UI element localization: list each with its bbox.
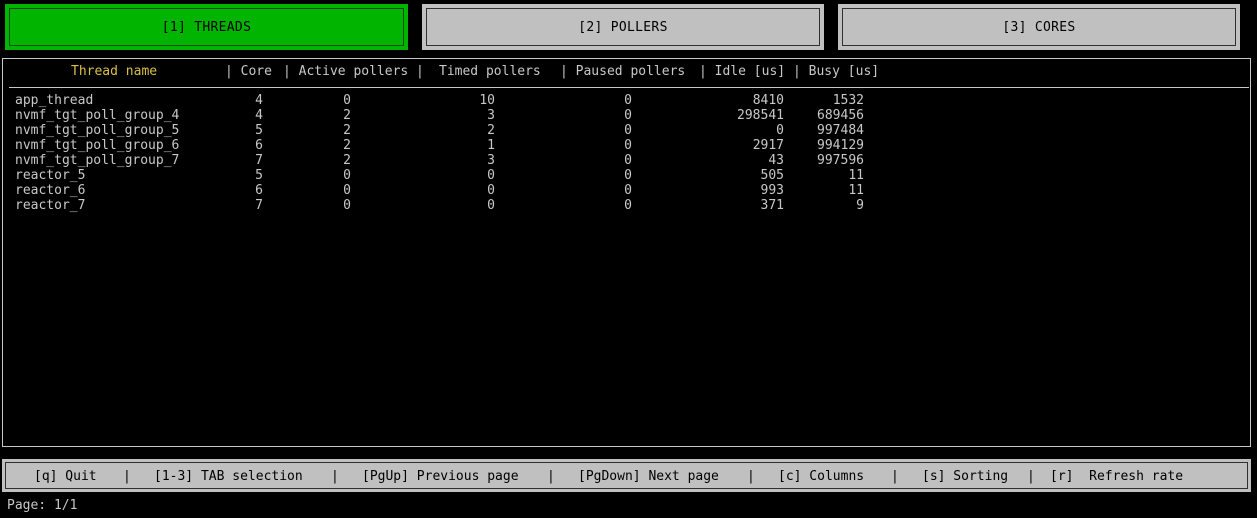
cell-active-pollers: 2 xyxy=(343,108,351,123)
cell-thread-name: reactor_7 xyxy=(15,198,86,213)
cell-paused-pollers: 0 xyxy=(624,153,632,168)
table-row[interactable]: reactor_5 5 0 0 0 505 11 xyxy=(3,168,1243,183)
help-separator: | xyxy=(547,469,555,484)
help-next-page: [PgDown] Next page xyxy=(578,469,719,484)
cell-thread-name: nvmf_tgt_poll_group_7 xyxy=(15,153,180,168)
cell-paused-pollers: 0 xyxy=(624,108,632,123)
cell-idle: 371 xyxy=(760,198,784,213)
cell-timed-pollers: 3 xyxy=(487,153,495,168)
tab-cores[interactable]: [3] CORES xyxy=(838,4,1240,50)
cell-paused-pollers: 0 xyxy=(624,123,632,138)
col-header-paused-pollers[interactable]: | Paused pollers xyxy=(560,64,685,79)
help-refresh-rate: [r] Refresh rate xyxy=(1050,469,1184,484)
cell-busy: 9 xyxy=(856,198,864,213)
cell-idle: 0 xyxy=(776,123,784,138)
help-previous-page: [PgUp] Previous page xyxy=(362,469,519,484)
help-separator: | xyxy=(123,469,131,484)
col-header-idle[interactable]: | Idle [us] xyxy=(699,64,785,79)
tab-bar: [1] THREADS [2] POLLERS [3] CORES xyxy=(0,4,1257,50)
cell-timed-pollers: 0 xyxy=(487,198,495,213)
cell-thread-name: nvmf_tgt_poll_group_5 xyxy=(15,123,180,138)
cell-busy: 11 xyxy=(848,168,864,183)
cell-core: 4 xyxy=(255,108,263,123)
help-sorting: [s] Sorting xyxy=(922,469,1009,484)
cell-idle: 43 xyxy=(768,153,784,168)
cell-timed-pollers: 10 xyxy=(479,93,495,108)
cell-timed-pollers: 0 xyxy=(487,183,495,198)
cell-idle: 505 xyxy=(760,168,784,183)
cell-timed-pollers: 3 xyxy=(487,108,495,123)
tab-threads-label: [1] THREADS xyxy=(161,19,252,35)
tab-pollers-label: [2] POLLERS xyxy=(578,19,668,35)
cell-core: 5 xyxy=(255,168,263,183)
cell-core: 7 xyxy=(255,153,263,168)
cell-timed-pollers: 1 xyxy=(487,138,495,153)
cell-core: 7 xyxy=(255,198,263,213)
cell-idle: 8410 xyxy=(752,93,784,108)
cell-thread-name: reactor_6 xyxy=(15,183,86,198)
cell-timed-pollers: 0 xyxy=(487,168,495,183)
help-separator: | xyxy=(1027,469,1035,484)
help-tab-selection: [1-3] TAB selection xyxy=(154,469,303,484)
cell-paused-pollers: 0 xyxy=(624,93,632,108)
cell-idle: 298541 xyxy=(737,108,784,123)
cell-timed-pollers: 2 xyxy=(487,123,495,138)
cell-paused-pollers: 0 xyxy=(624,168,632,183)
table-row[interactable]: nvmf_tgt_poll_group_4 4 2 3 0 298541 689456 xyxy=(3,108,1243,123)
cell-paused-pollers: 0 xyxy=(624,198,632,213)
col-header-busy[interactable]: | Busy [us] xyxy=(793,64,879,79)
tab-threads[interactable]: [1] THREADS xyxy=(5,4,408,50)
help-columns: [c] Columns xyxy=(778,469,865,484)
cell-active-pollers: 0 xyxy=(343,93,351,108)
cell-active-pollers: 2 xyxy=(343,138,351,153)
cell-paused-pollers: 0 xyxy=(624,138,632,153)
cell-thread-name: app_thread xyxy=(15,93,94,108)
cell-active-pollers: 2 xyxy=(343,123,351,138)
col-header-thread-name[interactable]: Thread name xyxy=(71,64,157,79)
help-separator: | xyxy=(891,469,899,484)
help-quit: [q] Quit xyxy=(34,469,97,484)
cell-core: 6 xyxy=(255,183,263,198)
cell-active-pollers: 0 xyxy=(343,168,351,183)
cell-busy: 689456 xyxy=(817,108,864,123)
table-row[interactable]: reactor_7 7 0 0 0 371 9 xyxy=(3,198,1243,213)
cell-busy: 997484 xyxy=(817,123,864,138)
tab-cores-label: [3] CORES xyxy=(1002,19,1076,35)
col-header-timed-pollers[interactable]: Timed pollers xyxy=(439,64,541,79)
header-divider xyxy=(9,87,1249,88)
cell-busy: 1532 xyxy=(832,93,864,108)
help-separator: | xyxy=(331,469,339,484)
cell-busy: 997596 xyxy=(817,153,864,168)
cell-active-pollers: 0 xyxy=(343,183,351,198)
col-header-active-pollers[interactable]: | Active pollers | xyxy=(283,64,424,79)
cell-busy: 11 xyxy=(848,183,864,198)
cell-idle: 2917 xyxy=(752,138,784,153)
threads-table-panel: Thread name | Core | Active pollers | Ti… xyxy=(2,58,1251,447)
cell-active-pollers: 2 xyxy=(343,153,351,168)
table-header-row: Thread name | Core | Active pollers | Ti… xyxy=(3,64,879,80)
table-row[interactable]: reactor_6 6 0 0 0 993 11 xyxy=(3,183,1243,198)
page-indicator: Page: 1/1 xyxy=(7,498,78,513)
cell-core: 4 xyxy=(255,93,263,108)
cell-core: 6 xyxy=(255,138,263,153)
cell-paused-pollers: 0 xyxy=(624,183,632,198)
cell-thread-name: reactor_5 xyxy=(15,168,86,183)
cell-thread-name: nvmf_tgt_poll_group_6 xyxy=(15,138,180,153)
help-bar: [q] Quit | [1-3] TAB selection | [PgUp] … xyxy=(2,459,1251,492)
table-row[interactable]: nvmf_tgt_poll_group_5 5 2 2 0 0 997484 xyxy=(3,123,1243,138)
cell-idle: 993 xyxy=(760,183,784,198)
table-row[interactable]: nvmf_tgt_poll_group_7 7 2 3 0 43 997596 xyxy=(3,153,1243,168)
cell-busy: 994129 xyxy=(817,138,864,153)
table-row[interactable]: app_thread 4 0 10 0 8410 1532 xyxy=(3,93,1243,108)
cell-core: 5 xyxy=(255,123,263,138)
col-header-core[interactable]: | Core xyxy=(225,64,272,79)
table-row[interactable]: nvmf_tgt_poll_group_6 6 2 1 0 2917 994129 xyxy=(3,138,1243,153)
cell-active-pollers: 0 xyxy=(343,198,351,213)
cell-thread-name: nvmf_tgt_poll_group_4 xyxy=(15,108,180,123)
help-separator: | xyxy=(747,469,755,484)
tab-pollers[interactable]: [2] POLLERS xyxy=(422,4,824,50)
